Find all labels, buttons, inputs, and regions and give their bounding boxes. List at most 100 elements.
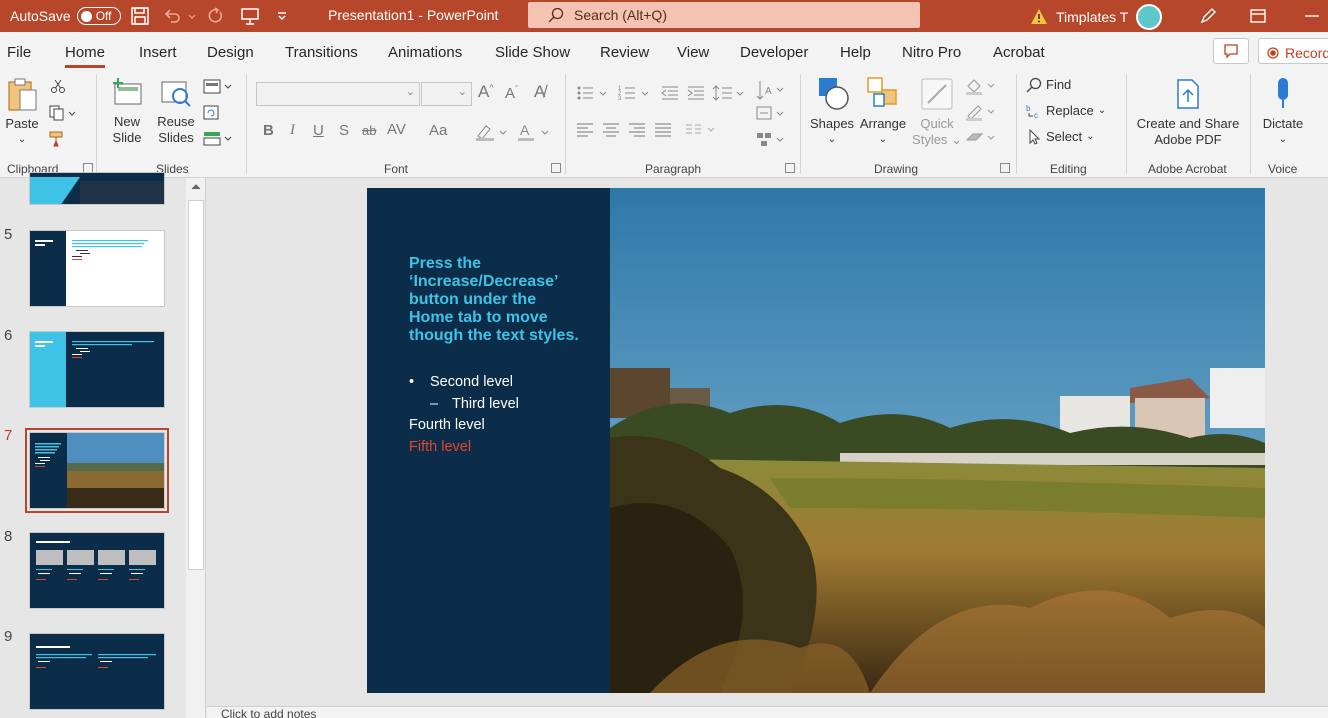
increase-indent-icon[interactable] — [686, 84, 706, 102]
strikethrough-button[interactable]: ab — [362, 123, 376, 138]
justify-icon[interactable] — [654, 122, 672, 138]
quick-styles-label-1: Quick — [920, 116, 954, 131]
tab-transitions[interactable]: Transitions — [285, 44, 358, 61]
layout-icon[interactable] — [202, 78, 234, 96]
new-slide-button[interactable]: New Slide — [104, 76, 150, 156]
level-4-text[interactable]: Fourth level — [409, 417, 485, 433]
bold-button[interactable]: B — [263, 122, 274, 139]
format-painter-icon[interactable] — [48, 130, 66, 148]
redo-icon[interactable] — [205, 6, 225, 26]
italic-button[interactable]: I — [290, 122, 295, 139]
slide-thumbnail-5[interactable] — [29, 230, 165, 307]
increase-font-icon[interactable]: A^ — [478, 82, 494, 102]
clear-formatting-icon[interactable]: A̸ — [534, 82, 545, 102]
arrange-button[interactable]: Arrange ⌄ — [858, 76, 908, 156]
slide-thumbnail-6[interactable] — [29, 331, 165, 408]
align-left-icon[interactable] — [576, 122, 594, 138]
shape-effects-icon[interactable] — [964, 128, 998, 148]
decrease-indent-icon[interactable] — [660, 84, 680, 102]
copy-icon[interactable] — [48, 104, 76, 122]
present-icon[interactable] — [240, 6, 260, 26]
shape-fill-icon[interactable] — [964, 76, 998, 96]
underline-button[interactable]: U — [313, 122, 324, 139]
reuse-slides-button[interactable]: Reuse Slides — [154, 76, 198, 156]
slide-thumbnail-9[interactable] — [29, 633, 165, 710]
tab-view[interactable]: View — [677, 44, 709, 61]
align-center-icon[interactable] — [602, 122, 620, 138]
font-launcher[interactable] — [551, 163, 561, 173]
font-name-combo[interactable]: ⌄ — [256, 82, 420, 106]
create-pdf-label-1: Create and Share — [1136, 116, 1240, 131]
shape-outline-icon[interactable] — [964, 102, 998, 122]
align-text-icon[interactable] — [755, 104, 785, 124]
line-spacing-icon[interactable] — [712, 84, 746, 102]
tab-home[interactable]: Home — [65, 44, 106, 68]
notes-pane[interactable]: Click to add notes — [207, 706, 1328, 718]
font-color-icon[interactable]: A — [516, 122, 552, 142]
tab-developer[interactable]: Developer — [740, 44, 808, 61]
landscape-photo[interactable] — [610, 188, 1265, 693]
decrease-font-icon[interactable]: Aˇ — [505, 84, 518, 102]
tab-nitro-pro[interactable]: Nitro Pro — [902, 44, 961, 61]
undo-dropdown-icon[interactable] — [186, 6, 198, 26]
level-2-text[interactable]: Second level — [430, 374, 513, 390]
pen-icon[interactable] — [1198, 6, 1218, 26]
save-icon[interactable] — [130, 6, 150, 26]
slide-thumbnail-4[interactable] — [29, 172, 165, 205]
character-spacing-button[interactable]: AV — [387, 121, 406, 138]
change-case-button[interactable]: Aa — [429, 122, 447, 139]
minimize-icon[interactable] — [1302, 6, 1322, 26]
scrollbar-thumb[interactable] — [188, 200, 204, 570]
dictate-button[interactable]: Dictate ⌄ — [1258, 76, 1308, 156]
shapes-button[interactable]: Shapes ⌄ — [808, 76, 856, 156]
section-icon[interactable] — [202, 130, 234, 148]
tab-review[interactable]: Review — [600, 44, 649, 61]
shadow-button[interactable]: S — [339, 122, 349, 139]
drawing-launcher[interactable] — [1000, 163, 1010, 173]
smartart-icon[interactable] — [755, 130, 785, 150]
user-area[interactable]: Timplates T — [1030, 4, 1163, 30]
slide-title[interactable]: Press the ‘Increase/Decrease’ button und… — [409, 255, 579, 345]
create-pdf-button[interactable]: Create and Share Adobe PDF — [1134, 76, 1242, 156]
record-button[interactable]: Record — [1258, 38, 1328, 64]
align-right-icon[interactable] — [628, 122, 646, 138]
tab-animations[interactable]: Animations — [388, 44, 462, 61]
tab-help[interactable]: Help — [840, 44, 871, 61]
paste-button[interactable]: Paste ⌄ — [4, 76, 40, 156]
customize-toolbar-icon[interactable] — [272, 6, 292, 26]
level-3-text[interactable]: Third level — [452, 396, 519, 412]
scroll-up-icon[interactable] — [190, 182, 202, 192]
svg-text:3: 3 — [618, 96, 622, 102]
undo-icon[interactable] — [162, 6, 182, 26]
paragraph-launcher[interactable] — [785, 163, 795, 173]
numbering-icon[interactable]: 123 — [617, 84, 651, 102]
reset-icon[interactable] — [202, 104, 220, 122]
tab-slide-show[interactable]: Slide Show — [495, 44, 570, 61]
search-box[interactable]: Search (Alt+Q) — [528, 2, 920, 28]
autosave-switch[interactable]: Off — [76, 7, 121, 25]
avatar[interactable] — [1136, 4, 1163, 30]
comments-button[interactable] — [1213, 38, 1249, 64]
columns-icon[interactable] — [684, 122, 718, 138]
highlight-icon[interactable] — [474, 122, 510, 142]
cut-icon[interactable] — [50, 78, 66, 94]
quick-styles-button[interactable]: Quick Styles ⌄ — [912, 76, 962, 156]
slide-thumbnail-7[interactable] — [25, 428, 169, 513]
autosave-toggle[interactable]: AutoSave Off — [10, 7, 121, 25]
tab-insert[interactable]: Insert — [139, 44, 177, 61]
thumbnail-scrollbar[interactable] — [186, 178, 206, 718]
current-slide[interactable]: Press the ‘Increase/Decrease’ button und… — [367, 188, 1265, 693]
replace-button[interactable]: bc Replace ⌄ — [1026, 102, 1106, 120]
editing-group-label: Editing — [1050, 162, 1087, 176]
text-direction-icon[interactable]: A — [755, 78, 785, 102]
font-size-combo[interactable]: ⌄ — [421, 82, 472, 106]
bullets-icon[interactable] — [575, 84, 609, 102]
find-button[interactable]: Find — [1026, 76, 1071, 94]
select-button[interactable]: Select ⌄ — [1026, 128, 1095, 146]
slide-thumbnail-8[interactable] — [29, 532, 165, 609]
tab-design[interactable]: Design — [207, 44, 254, 61]
level-5-text[interactable]: Fifth level — [409, 439, 471, 455]
tab-acrobat[interactable]: Acrobat — [993, 44, 1045, 61]
tab-file[interactable]: File — [7, 44, 31, 61]
restore-window-icon[interactable] — [1248, 6, 1268, 26]
